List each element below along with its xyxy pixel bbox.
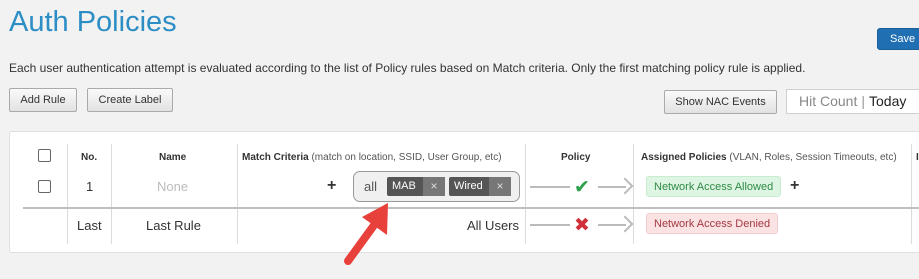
header-match-criteria-label: Match Criteria	[242, 152, 309, 163]
header-no: No.	[81, 152, 98, 163]
criteria-prefix: all	[364, 179, 378, 194]
column-divider	[525, 144, 526, 244]
column-divider	[67, 144, 68, 244]
criteria-text: All Users	[467, 218, 520, 233]
criteria-tag-label: Wired	[454, 180, 483, 192]
assigned-policy-badge[interactable]: Network Access Denied	[646, 213, 779, 234]
header-assigned-policies: Assigned Policies (VLAN, Roles, Session …	[641, 152, 897, 163]
column-divider	[111, 144, 112, 244]
criteria-tag-label: MAB	[392, 180, 416, 192]
select-all-checkbox[interactable]	[38, 149, 51, 162]
hit-count-selector[interactable]: Hit Count | Today	[786, 89, 919, 114]
hit-count-label: Hit Count	[799, 93, 858, 109]
add-policy-plus-icon[interactable]: +	[790, 178, 799, 194]
flow-line	[530, 224, 570, 226]
column-divider	[911, 144, 912, 244]
flow-line	[530, 186, 570, 188]
column-divider	[633, 144, 634, 244]
row-number: 1	[86, 179, 94, 194]
page-description: Each user authentication attempt is eval…	[9, 61, 806, 75]
arrow-right-icon	[616, 177, 634, 195]
close-icon[interactable]: ×	[423, 177, 445, 196]
row-number: Last	[77, 218, 102, 233]
assigned-policy-badge[interactable]: Network Access Allowed	[646, 176, 782, 197]
header-assigned-policies-label: Assigned Policies	[641, 152, 727, 163]
row-checkbox[interactable]	[38, 180, 51, 193]
close-icon[interactable]: ×	[489, 177, 511, 196]
arrow-right-icon	[616, 215, 634, 233]
policy-table: No. Name Match Criteria (match on locati…	[9, 131, 919, 253]
row-divider	[23, 207, 919, 209]
hit-count-separator: |	[861, 93, 865, 109]
show-nac-events-button[interactable]: Show NAC Events	[664, 90, 777, 114]
policy-flow: ✔	[530, 175, 634, 199]
create-label-button[interactable]: Create Label	[87, 88, 173, 112]
page-title: Auth Policies	[9, 6, 177, 38]
row-name: Last Rule	[146, 218, 201, 233]
row-name[interactable]: None	[157, 179, 188, 194]
add-criteria-plus-icon[interactable]: +	[327, 178, 336, 194]
red-arrow-icon	[344, 203, 388, 265]
criteria-tag-mab: MAB ×	[387, 177, 445, 196]
header-match-criteria-sub: (match on location, SSID, User Group, et…	[311, 152, 502, 163]
save-button[interactable]: Save	[877, 28, 919, 50]
checkmark-icon[interactable]: ✔	[574, 176, 590, 199]
criteria-tag-wired: Wired ×	[449, 177, 511, 196]
header-name: Name	[159, 152, 187, 163]
header-policy: Policy	[561, 152, 591, 163]
hit-count-period: Today	[869, 93, 907, 109]
policy-flow: ✖	[530, 213, 634, 237]
header-extra: I	[916, 152, 919, 163]
x-icon[interactable]: ✖	[574, 214, 590, 237]
add-rule-button[interactable]: Add Rule	[9, 88, 77, 112]
header-match-criteria: Match Criteria (match on location, SSID,…	[242, 152, 502, 163]
header-assigned-policies-sub: (VLAN, Roles, Session Timeouts, etc)	[729, 152, 897, 163]
column-divider	[237, 144, 238, 244]
